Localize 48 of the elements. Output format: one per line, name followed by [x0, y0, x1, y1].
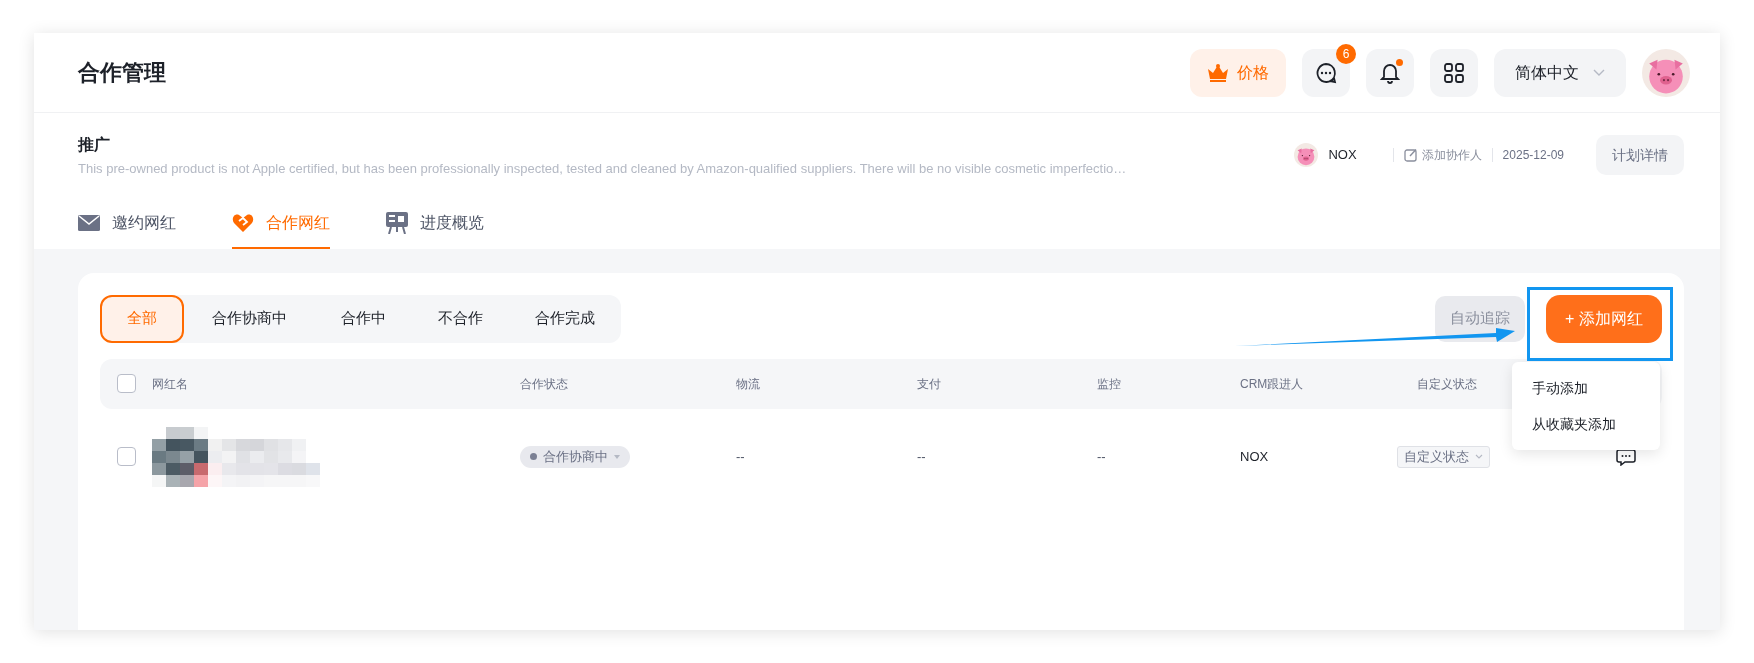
custom-status-select[interactable]: 自定义状态 [1397, 445, 1490, 468]
column-header: 合作状态 [520, 376, 568, 391]
plan-description: This pre-owned product is not Apple certified, but has been professionally inspected, tested and cleaned by Amazon-qualified suppliers. There will be no visible cosmetic imperfectio… [78, 160, 1128, 178]
menu-item[interactable]: 手动添加 [1512, 370, 1660, 406]
message-count-badge: 6 [1336, 43, 1356, 64]
pig-avatar-icon [1642, 48, 1690, 97]
chat-icon[interactable] [1616, 447, 1636, 466]
page-title: 合作管理 [78, 59, 166, 87]
notifications-button[interactable] [1366, 48, 1414, 97]
envelope-icon [78, 214, 100, 231]
caret-icon [614, 454, 620, 459]
table-cell: -- [1097, 448, 1106, 464]
tab[interactable]: 邀约网红 [78, 198, 176, 249]
tab[interactable]: 进度概览 [386, 198, 484, 249]
apps-button[interactable] [1430, 48, 1478, 97]
status-dropdown[interactable]: 合作协商中 [520, 445, 630, 468]
plan-details-button[interactable]: 计划详情 [1596, 135, 1684, 175]
filter-chip[interactable]: 合作完成 [509, 294, 621, 343]
checkbox[interactable] [116, 374, 136, 393]
crown-icon [1207, 63, 1229, 82]
messages-button[interactable] [1302, 48, 1350, 97]
filter-chip[interactable]: 合作协商中 [184, 294, 315, 343]
filter-chip[interactable]: 不合作 [412, 294, 509, 343]
pig-avatar-icon [1294, 143, 1319, 167]
grid-icon [1444, 62, 1464, 83]
bell-icon [1380, 61, 1400, 84]
table-cell: NOX [1240, 448, 1269, 464]
chevron-down-icon [1475, 454, 1483, 459]
column-header: 监控 [1097, 376, 1121, 391]
heart-handshake-icon [232, 212, 254, 233]
filter-chip[interactable]: 合作中 [315, 294, 412, 343]
column-header: 自定义状态 [1417, 376, 1477, 391]
column-header: 网红名 [152, 376, 188, 391]
language-select[interactable]: 简体中文 [1494, 48, 1626, 97]
column-header: CRM跟进人 [1240, 376, 1304, 391]
chevron-down-icon [1593, 68, 1605, 77]
column-header: 支付 [917, 376, 941, 391]
menu-item[interactable]: 从收藏夹添加 [1512, 406, 1660, 442]
column-header: 物流 [736, 376, 760, 391]
presentation-board-icon [386, 211, 408, 234]
table-cell: -- [917, 448, 926, 464]
plan-title: 推广 [78, 135, 111, 155]
owner-name: NOX [1328, 146, 1357, 165]
plan-date: 2025-12-09 [1502, 147, 1564, 164]
chat-icon [1315, 61, 1337, 84]
edit-icon [1403, 148, 1418, 162]
checkbox[interactable] [116, 447, 136, 466]
table-cell: -- [736, 448, 745, 464]
